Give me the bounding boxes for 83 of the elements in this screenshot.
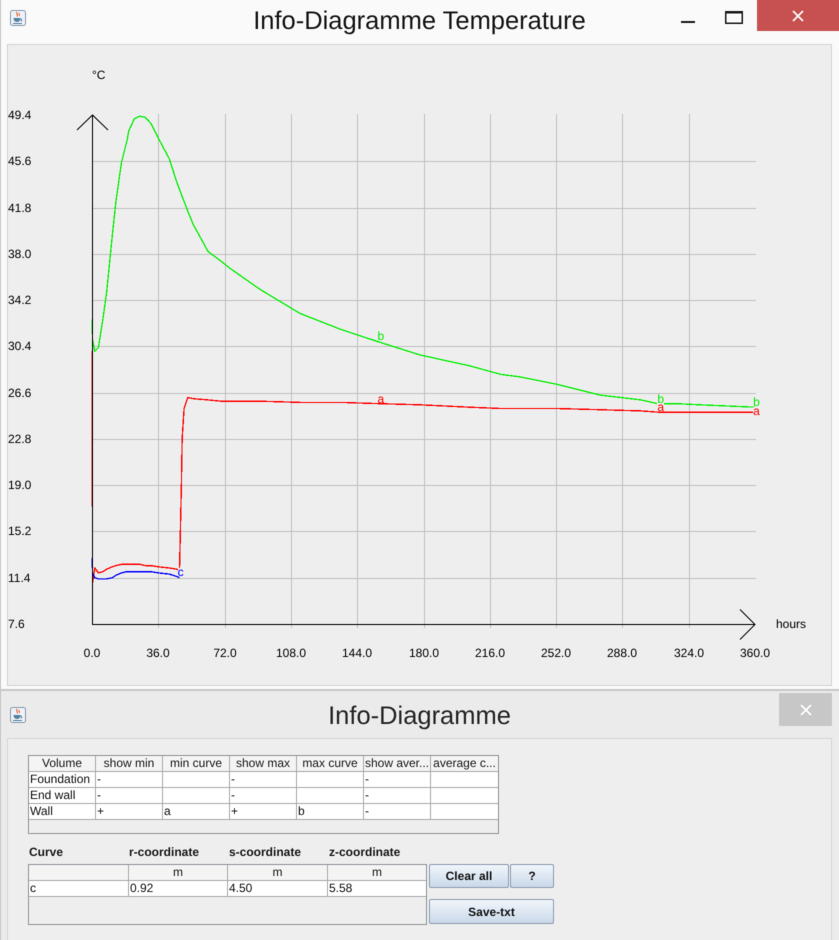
- table-cell: [163, 788, 230, 804]
- y-tick-label: 30.4: [8, 339, 32, 353]
- table-cell: 5.58: [328, 881, 426, 897]
- table-cell: [163, 772, 230, 788]
- close-icon: [792, 10, 804, 22]
- close-icon: [800, 704, 812, 716]
- x-tick-label: 360.0: [740, 646, 770, 660]
- window-title: Info-Diagramme: [328, 702, 511, 731]
- curve-label: a: [657, 403, 664, 412]
- y-tick-label: 49.4: [8, 108, 32, 122]
- y-tick-label: 7.6: [8, 617, 25, 631]
- column-label: s-coordinate: [228, 845, 302, 859]
- save-button[interactable]: Save-txt: [429, 899, 554, 924]
- minimize-icon: [681, 20, 695, 22]
- table-cell: Foundation: [29, 772, 96, 788]
- x-tick-label: 180.0: [408, 646, 440, 660]
- table-cell: -: [364, 804, 431, 820]
- table-cell: [431, 788, 498, 804]
- column-header: Volume: [29, 756, 96, 772]
- y-tick-label: 11.4: [8, 571, 30, 585]
- table-cell: +: [230, 804, 297, 820]
- maximize-icon: [725, 10, 743, 24]
- y-axis-label: °C: [92, 68, 106, 82]
- table-cell: [431, 772, 498, 788]
- column-header: show min: [96, 756, 163, 772]
- table-cell: -: [96, 772, 163, 788]
- column-label: r-coordinate: [128, 845, 200, 859]
- table-cell: -: [364, 788, 431, 804]
- curve-label: a: [753, 406, 760, 415]
- x-tick-label: 108.0: [276, 646, 306, 660]
- x-tick-label: 36.0: [146, 646, 170, 660]
- x-tick-label: 72.0: [213, 646, 237, 660]
- column-header: min curve: [163, 756, 230, 772]
- y-tick-label: 34.2: [8, 293, 32, 307]
- close-button[interactable]: [779, 693, 832, 726]
- curve-label: a: [377, 394, 384, 403]
- table-cell: +: [96, 804, 163, 820]
- x-tick-label: 144.0: [342, 646, 372, 660]
- table-cell: a: [163, 804, 230, 820]
- table-cell: -: [364, 772, 431, 788]
- table-cell: [431, 804, 498, 820]
- table-cell: [297, 772, 364, 788]
- column-header: m: [228, 865, 328, 881]
- column-header: show max: [230, 756, 297, 772]
- x-tick-label: 216.0: [474, 646, 506, 660]
- y-tick-label: 38.0: [8, 247, 32, 261]
- table-cell: [297, 788, 364, 804]
- column-label: Curve: [28, 845, 64, 859]
- y-tick-label: 22.8: [8, 432, 32, 446]
- table-cell: b: [297, 804, 364, 820]
- x-tick-label: 252.0: [540, 646, 572, 660]
- coffee-cup-icon: [10, 10, 26, 26]
- curve-label: b: [377, 332, 384, 340]
- column-header: average c...: [431, 756, 498, 772]
- table-cell: c: [29, 881, 129, 897]
- table-cell: 4.50: [228, 881, 328, 897]
- window-title: Info-Diagramme Temperature: [253, 7, 586, 36]
- x-tick-label: 288.0: [606, 646, 638, 660]
- y-tick-label: 15.2: [8, 524, 32, 538]
- column-header: max curve: [297, 756, 364, 772]
- table-cell: -: [96, 788, 163, 804]
- x-axis-label: hours: [776, 617, 806, 631]
- curve-label: b: [657, 394, 664, 403]
- y-tick-label: 26.6: [8, 386, 32, 400]
- table-cell: 0.92: [129, 881, 228, 897]
- column-header: m: [129, 865, 228, 881]
- curve-label: c: [178, 568, 184, 576]
- table-cell: End wall: [29, 788, 96, 804]
- table-cell: -: [230, 788, 297, 804]
- curve-label: b: [753, 398, 760, 406]
- x-tick-label: 0.0: [84, 646, 100, 660]
- column-header: show aver...: [364, 756, 431, 772]
- y-tick-label: 41.8: [8, 201, 32, 215]
- clear-button[interactable]: Clear all: [429, 864, 509, 888]
- table-cell: Wall: [29, 804, 96, 820]
- y-tick-label: 45.6: [8, 154, 32, 168]
- column-label: z-coordinate: [328, 845, 400, 859]
- column-header: m: [328, 865, 426, 881]
- table-cell: -: [230, 772, 297, 788]
- y-tick-label: 19.0: [8, 478, 32, 492]
- help-button[interactable]: ?: [510, 864, 554, 888]
- x-tick-label: 324.0: [674, 646, 704, 660]
- coffee-cup-icon: [10, 707, 26, 723]
